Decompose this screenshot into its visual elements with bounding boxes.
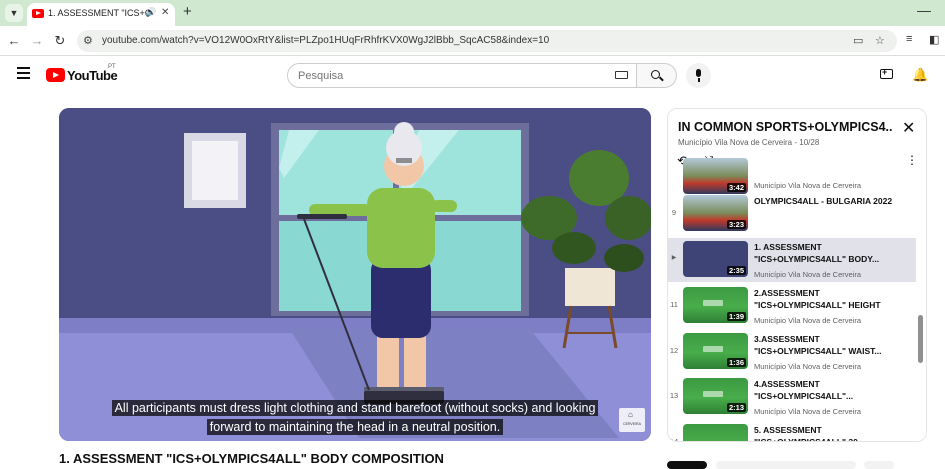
notifications-bell-icon[interactable]: 🔔 bbox=[912, 67, 928, 83]
item-title: 5. ASSESSMENT "ICS+OLYMPICS4ALL" 30... bbox=[754, 425, 865, 442]
video-thumbnail[interactable]: 1:36 bbox=[683, 333, 748, 369]
now-playing-icon: ▶ bbox=[671, 255, 677, 261]
playlist-channel[interactable]: Município Vila Nova de Cerveira bbox=[678, 138, 792, 147]
filter-chip[interactable] bbox=[864, 461, 894, 469]
audio-playing-icon[interactable]: 🔊 bbox=[145, 7, 156, 18]
browser-tab-bar: ▼ 1. ASSESSMENT "ICS+OLYMPICS4ALL" BODY … bbox=[0, 0, 945, 26]
logo-text: YouTube bbox=[67, 68, 118, 83]
playlist-item-active[interactable]: ▶ 2:35 1. ASSESSMENT "ICS+OLYMPICS4ALL" … bbox=[668, 238, 916, 282]
duration-badge: 3:42 bbox=[726, 183, 746, 192]
close-playlist-icon[interactable]: ✕ bbox=[902, 118, 915, 138]
playlist-title[interactable]: IN COMMON SPORTS+OLYMPICS4... bbox=[678, 120, 893, 134]
browser-toolbar: ← → ↻ ⚙ youtube.com/watch?v=VO12W0OxRtY&… bbox=[0, 26, 945, 56]
reload-icon[interactable]: ↻ bbox=[52, 33, 68, 49]
item-index: 14 bbox=[669, 437, 679, 442]
video-thumbnail[interactable]: 2:35 bbox=[683, 241, 748, 277]
tab-search-button[interactable]: ▼ bbox=[5, 4, 23, 22]
search-button[interactable] bbox=[637, 63, 677, 88]
item-title: 1. ASSESSMENT "ICS+OLYMPICS4ALL" BODY... bbox=[754, 242, 880, 264]
playlist-scrollbar[interactable] bbox=[918, 315, 923, 363]
microphone-stand bbox=[698, 78, 700, 82]
minimize-window-button[interactable]: — bbox=[917, 2, 931, 18]
filter-chip[interactable] bbox=[716, 461, 856, 469]
watermark-text: CERVEIRA bbox=[623, 422, 641, 426]
tab-title: 1. ASSESSMENT "ICS+OLYMPICS4ALL" BODY CO… bbox=[48, 8, 152, 18]
video-title: 1. ASSESSMENT "ICS+OLYMPICS4ALL" BODY CO… bbox=[59, 451, 444, 466]
voice-search-button[interactable] bbox=[686, 63, 711, 88]
item-index: 9 bbox=[671, 208, 677, 217]
playlist-item[interactable]: 11 1:39 2.ASSESSMENT "ICS+OLYMPICS4ALL" … bbox=[668, 284, 916, 328]
video-thumbnail[interactable] bbox=[683, 424, 748, 441]
playlist-item[interactable]: 14 5. ASSESSMENT "ICS+OLYMPICS4ALL" 30..… bbox=[668, 421, 916, 442]
video-thumbnail[interactable]: 1:39 bbox=[683, 287, 748, 323]
cast-icon[interactable]: ▭ bbox=[853, 34, 863, 47]
playlist-position: 10/28 bbox=[799, 138, 820, 147]
create-video-icon[interactable] bbox=[880, 67, 893, 79]
search-icon bbox=[651, 70, 660, 79]
item-title: 2.ASSESSMENT "ICS+OLYMPICS4ALL" HEIGHT bbox=[754, 288, 881, 310]
playlist-item[interactable]: 13 2:13 4.ASSESSMENT "ICS+OLYMPICS4ALL".… bbox=[668, 375, 916, 419]
address-bar[interactable]: ⚙ youtube.com/watch?v=VO12W0OxRtY&list=P… bbox=[77, 30, 897, 52]
close-tab-icon[interactable]: ✕ bbox=[161, 7, 169, 18]
item-index: 11 bbox=[670, 300, 678, 309]
site-info-icon[interactable]: ⚙ bbox=[83, 34, 93, 47]
side-panel-icon[interactable]: ◧ bbox=[929, 33, 939, 46]
duration-badge: 3:23 bbox=[726, 220, 746, 229]
item-title: 4.ASSESSMENT "ICS+OLYMPICS4ALL"... bbox=[754, 379, 854, 401]
browser-tab-active[interactable]: 1. ASSESSMENT "ICS+OLYMPICS4ALL" BODY CO… bbox=[27, 3, 175, 26]
playlist-panel: IN COMMON SPORTS+OLYMPICS4... ✕ Municípi… bbox=[667, 108, 927, 442]
playlist-meta: Município Vila Nova de Cerveira - 10/28 bbox=[678, 138, 820, 147]
item-index: 13 bbox=[669, 391, 679, 400]
youtube-favicon-icon bbox=[32, 9, 44, 18]
duration-badge: 1:36 bbox=[726, 358, 746, 367]
item-title: 3.ASSESSMENT "ICS+OLYMPICS4ALL" WAIST... bbox=[754, 334, 882, 356]
subtitle-line-2: forward to maintaining the head in a neu… bbox=[59, 418, 651, 436]
bookmark-star-icon[interactable]: ☆ bbox=[875, 34, 885, 47]
hamburger-menu-icon[interactable] bbox=[17, 67, 30, 82]
duration-badge: 1:39 bbox=[726, 312, 746, 321]
item-title: OLYMPICS4ALL - BULGARIA 2022 bbox=[754, 196, 893, 206]
microphone-icon bbox=[696, 69, 701, 77]
watermark-building-icon: ⌂ bbox=[628, 410, 633, 419]
youtube-header: YouTube PT 🔔 bbox=[0, 57, 945, 97]
item-index: 12 bbox=[669, 346, 679, 355]
item-channel: Município Vila Nova de Cerveira bbox=[754, 362, 861, 371]
url-text[interactable]: youtube.com/watch?v=VO12W0OxRtY&list=PLZ… bbox=[102, 35, 549, 46]
thumbnail-logo bbox=[703, 391, 723, 397]
video-player[interactable]: All participants must dress light clothi… bbox=[59, 108, 651, 441]
duration-badge: 2:13 bbox=[726, 403, 746, 412]
playlist-items: 3:42 Município Vila Nova de Cerveira 9 3… bbox=[668, 158, 926, 442]
video-thumbnail[interactable]: 3:42 bbox=[683, 158, 748, 194]
keyboard-icon[interactable] bbox=[615, 71, 628, 79]
video-frame-illustration bbox=[59, 108, 651, 441]
playlist-item[interactable]: 12 1:36 3.ASSESSMENT "ICS+OLYMPICS4ALL" … bbox=[668, 330, 916, 374]
video-thumbnail[interactable]: 3:23 bbox=[683, 195, 748, 231]
video-thumbnail[interactable]: 2:13 bbox=[683, 378, 748, 414]
filter-chip-all[interactable] bbox=[667, 461, 707, 469]
thumbnail-logo bbox=[703, 300, 723, 306]
item-channel: Município Vila Nova de Cerveira bbox=[754, 316, 861, 325]
back-arrow-icon[interactable]: ← bbox=[6, 33, 22, 48]
search-box bbox=[287, 63, 677, 88]
subtitle-text-1: All participants must dress light clothi… bbox=[111, 400, 599, 416]
reading-list-icon[interactable]: ≡ bbox=[906, 33, 912, 45]
youtube-play-logo-icon bbox=[46, 68, 65, 82]
subtitle-text-2: forward to maintaining the head in a neu… bbox=[206, 419, 504, 435]
duration-badge: 2:35 bbox=[726, 266, 746, 275]
subtitle-line-1: All participants must dress light clothi… bbox=[59, 399, 651, 417]
channel-watermark-logo[interactable]: ⌂ CERVEIRA bbox=[619, 408, 645, 432]
logo-country-code: PT bbox=[108, 64, 116, 70]
forward-arrow-icon[interactable]: → bbox=[29, 33, 45, 48]
item-channel: Município Vila Nova de Cerveira bbox=[754, 407, 861, 416]
search-input[interactable] bbox=[287, 63, 637, 88]
new-tab-button[interactable]: + bbox=[183, 3, 192, 20]
playlist-item[interactable]: 9 3:23 OLYMPICS4ALL - BULGARIA 2022 bbox=[668, 192, 916, 236]
item-channel: Município Vila Nova de Cerveira bbox=[754, 181, 861, 190]
item-channel: Município Vila Nova de Cerveira bbox=[754, 270, 861, 279]
thumbnail-logo bbox=[703, 346, 723, 352]
